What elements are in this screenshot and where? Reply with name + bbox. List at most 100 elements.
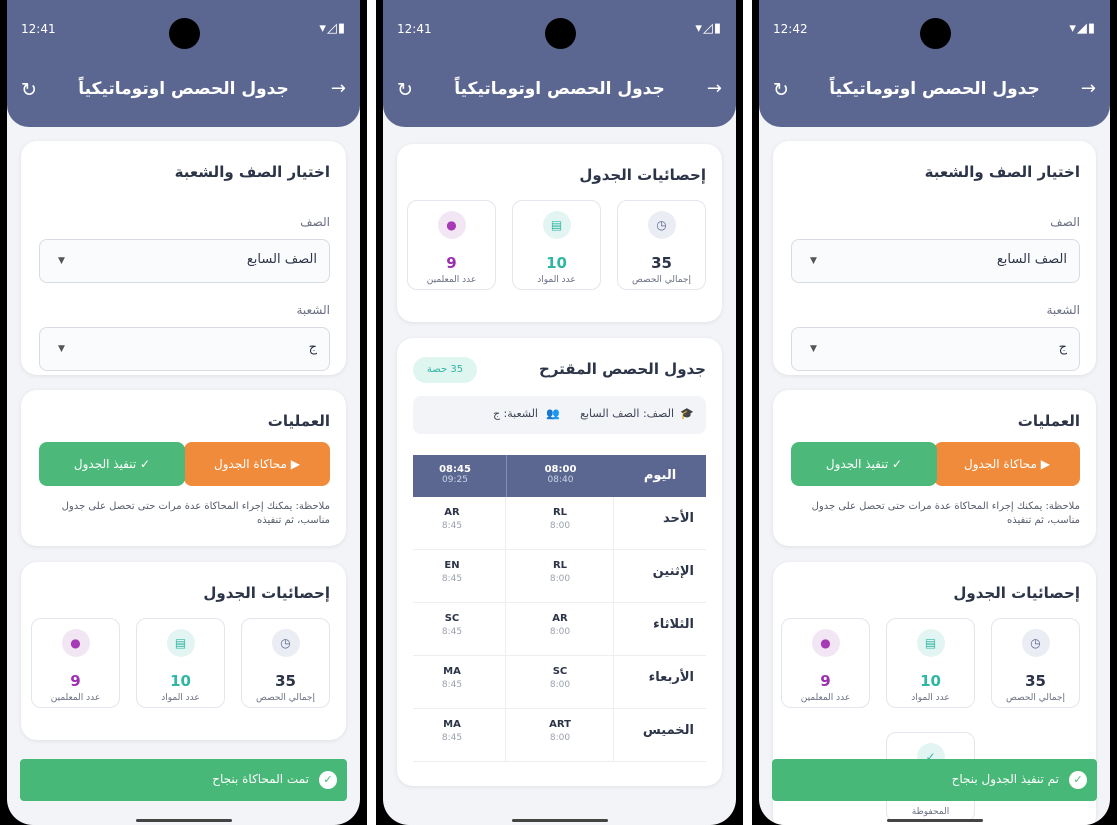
section-select[interactable]: ج ▼ bbox=[39, 327, 330, 371]
selection-title: اختيار الصف والشعبة bbox=[174, 163, 330, 181]
section-label: الشعبة bbox=[1046, 303, 1080, 317]
table-row: الخميس ART 8:00 MA 8:45 bbox=[413, 709, 706, 762]
stat-label: المحفوظة bbox=[911, 807, 950, 817]
status-time: 12:41 bbox=[21, 22, 56, 36]
period-start: 08:45 bbox=[439, 464, 471, 475]
day-name: الثلاثاء bbox=[653, 617, 694, 632]
screen: 12:42 ▾◢▮ ↻ جدول الحصص اوتوماتيكياً → اخ… bbox=[759, 0, 1110, 825]
camera-cutout bbox=[168, 18, 200, 49]
section-select[interactable]: ج ▼ bbox=[791, 327, 1080, 371]
stat-teachers: ● 9 عدد المعلمين bbox=[31, 618, 120, 708]
stat-subjects: ▤ 10 عدد المواد bbox=[886, 618, 975, 708]
stat-label: إجمالي الحصص bbox=[1006, 693, 1065, 703]
arrow-back-icon[interactable]: → bbox=[707, 78, 722, 99]
period-header-2: 08:45 09:25 bbox=[403, 455, 506, 497]
schedule-table-header: اليوم 08:00 08:40 08:45 09:25 bbox=[403, 455, 706, 497]
execute-button[interactable]: ✓ تنفيذ الجدول bbox=[791, 442, 937, 486]
home-indicator[interactable] bbox=[511, 819, 608, 822]
home-indicator[interactable] bbox=[886, 819, 983, 822]
person-icon: ● bbox=[61, 629, 90, 657]
stats-card: إحصائيات الجدول ◷ 35 إجمالي الحصص ▤ 10 ع… bbox=[397, 144, 722, 322]
people-icon: 👥 bbox=[546, 407, 560, 420]
content: اختيار الصف والشعبة الصف الصف السابع ▼ ا… bbox=[7, 127, 360, 825]
period-cell[interactable]: AR 8:00 bbox=[506, 613, 614, 637]
operations-card: العمليات ▶ محاكاة الجدول ✓ تنفيذ الجدول … bbox=[773, 390, 1096, 546]
section-info: الشعبة: ج bbox=[492, 407, 538, 420]
chevron-down-icon: ▼ bbox=[58, 344, 65, 354]
period-cell[interactable]: RL 8:00 bbox=[506, 560, 614, 584]
stat-label: عدد المواد bbox=[161, 693, 200, 703]
stat-subjects: ▤ 10 عدد المواد bbox=[136, 618, 225, 708]
phone-screen-2: 12:41 ▾◿▮ ↻ جدول الحصص اوتوماتيكياً → إح… bbox=[376, 0, 743, 825]
home-indicator[interactable] bbox=[135, 819, 232, 822]
phone-screen-3: 12:42 ▾◢▮ ↻ جدول الحصص اوتوماتيكياً → اخ… bbox=[752, 0, 1117, 825]
clock-icon: ◷ bbox=[271, 629, 300, 657]
book-icon: ▤ bbox=[916, 629, 945, 657]
simulate-button[interactable]: ▶ محاكاة الجدول bbox=[184, 442, 330, 486]
class-label: الصف bbox=[1050, 215, 1080, 229]
class-select[interactable]: الصف السابع ▼ bbox=[791, 239, 1080, 283]
screen: 12:41 ▾◿▮ ↻ جدول الحصص اوتوماتيكياً → إح… bbox=[383, 0, 736, 825]
check-circle-icon: ✓ bbox=[136, 457, 151, 471]
stat-total-periods: ◷ 35 إجمالي الحصص bbox=[991, 618, 1080, 708]
table-row: الإثنين RL 8:00 EN 8:45 bbox=[413, 550, 706, 603]
period-end: 08:40 bbox=[547, 475, 574, 485]
stat-value: 9 bbox=[70, 672, 81, 690]
toast-message: تمت المحاكاة بنجاح bbox=[212, 772, 309, 786]
stat-value: 9 bbox=[820, 672, 831, 690]
clock-icon: ◷ bbox=[1021, 629, 1050, 657]
stat-label: عدد المعلمين bbox=[426, 275, 477, 285]
refresh-icon[interactable]: ↻ bbox=[397, 79, 413, 101]
period-cell[interactable]: MA 8:45 bbox=[398, 666, 506, 690]
operations-note: ملاحظة: يمكنك إجراء المحاكاة عدة مرات حت… bbox=[61, 501, 330, 526]
status-icons: ▾◿▮ bbox=[319, 21, 346, 36]
toast-simulate-success: ✓ تمت المحاكاة بنجاح bbox=[20, 759, 347, 801]
stat-teachers: ● 9 عدد المعلمين bbox=[407, 200, 496, 290]
book-icon: ▤ bbox=[542, 211, 571, 239]
simulate-button[interactable]: ▶ محاكاة الجدول bbox=[934, 442, 1080, 486]
class-select[interactable]: الصف السابع ▼ bbox=[39, 239, 330, 283]
refresh-icon[interactable]: ↻ bbox=[773, 79, 789, 101]
section-select-value: ج bbox=[308, 340, 317, 355]
book-icon: ▤ bbox=[166, 629, 195, 657]
period-cell[interactable]: SC 8:00 bbox=[506, 666, 614, 690]
section-select-value: ج bbox=[1058, 340, 1067, 355]
execute-button[interactable]: ✓ تنفيذ الجدول bbox=[39, 442, 185, 486]
periods-count-badge: 35 حصة bbox=[413, 357, 477, 383]
arrow-back-icon[interactable]: → bbox=[331, 78, 346, 99]
period-cell[interactable]: RL 8:00 bbox=[506, 507, 614, 531]
camera-cutout bbox=[544, 18, 576, 49]
arrow-back-icon[interactable]: → bbox=[1081, 78, 1096, 99]
app-bar: 12:41 ▾◿▮ ↻ جدول الحصص اوتوماتيكياً → bbox=[7, 0, 360, 127]
period-cell[interactable]: EN 8:45 bbox=[398, 560, 506, 584]
period-cell[interactable]: AR 8:45 bbox=[398, 507, 506, 531]
class-info-bar: 🎓 الصف: الصف السابع 👥 الشعبة: ج bbox=[413, 396, 706, 434]
check-circle-icon: ✓ bbox=[319, 771, 337, 789]
stat-value: 10 bbox=[546, 254, 567, 272]
period-cell[interactable]: SC 8:45 bbox=[398, 613, 506, 637]
day-column-header: اليوم bbox=[643, 468, 677, 483]
stat-subjects: ▤ 10 عدد المواد bbox=[512, 200, 601, 290]
app-bar: 12:42 ▾◢▮ ↻ جدول الحصص اوتوماتيكياً → bbox=[759, 0, 1110, 127]
period-end: 09:25 bbox=[442, 475, 468, 485]
table-row: الثلاثاء AR 8:00 SC 8:45 bbox=[413, 603, 706, 656]
chevron-down-icon: ▼ bbox=[58, 256, 65, 266]
period-cell[interactable]: MA 8:45 bbox=[398, 719, 506, 743]
stats-title: إحصائيات الجدول bbox=[579, 166, 706, 184]
stat-label: عدد المواد bbox=[537, 275, 576, 285]
class-label: الصف bbox=[300, 215, 330, 229]
period-cell[interactable]: ART 8:00 bbox=[506, 719, 614, 743]
stat-value: 35 bbox=[651, 254, 672, 272]
play-icon: ▶ bbox=[1036, 457, 1050, 471]
clock-icon: ◷ bbox=[647, 211, 676, 239]
refresh-icon[interactable]: ↻ bbox=[21, 79, 37, 101]
stats-card: إحصائيات الجدول ◷ 35 إجمالي الحصص ▤ 10 ع… bbox=[21, 562, 346, 740]
schedule-card: جدول الحصص المقترح 35 حصة 🎓 الصف: الصف ا… bbox=[397, 338, 722, 786]
check-circle-icon: ✓ bbox=[1069, 771, 1087, 789]
stats-title: إحصائيات الجدول bbox=[953, 584, 1080, 602]
screen: 12:41 ▾◿▮ ↻ جدول الحصص اوتوماتيكياً → اخ… bbox=[7, 0, 360, 825]
class-info: الصف: الصف السابع bbox=[580, 407, 674, 420]
content: اختيار الصف والشعبة الصف الصف السابع ▼ ا… bbox=[759, 127, 1110, 825]
period-start: 08:00 bbox=[544, 464, 577, 475]
chevron-down-icon: ▼ bbox=[810, 256, 817, 266]
